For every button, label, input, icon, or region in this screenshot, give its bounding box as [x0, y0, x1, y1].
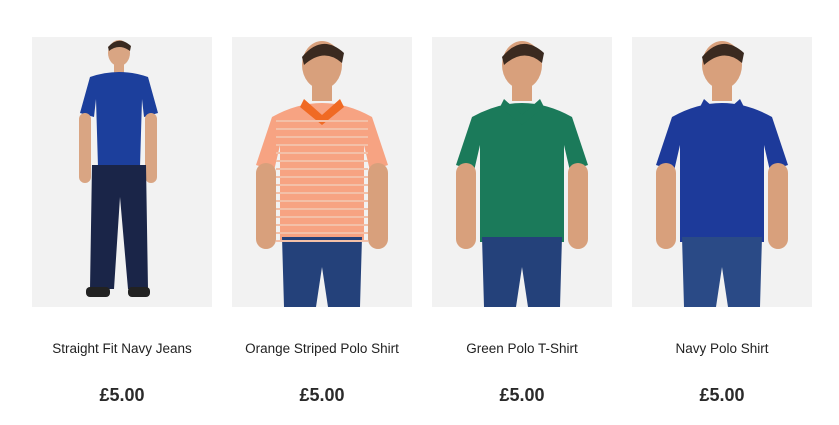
product-image[interactable]	[432, 37, 612, 307]
product-card-straight-fit-navy-jeans[interactable]: Straight Fit Navy Jeans £5.00	[32, 37, 212, 406]
product-image[interactable]	[32, 37, 212, 307]
product-name[interactable]: Orange Striped Polo Shirt	[245, 340, 399, 358]
product-image[interactable]	[232, 37, 412, 307]
product-image[interactable]	[632, 37, 812, 307]
model-photo-green-polo	[456, 41, 588, 307]
product-name[interactable]: Navy Polo Shirt	[675, 340, 768, 358]
product-name[interactable]: Straight Fit Navy Jeans	[52, 340, 192, 358]
model-photo-orange-striped-polo	[256, 41, 388, 307]
product-card-orange-striped-polo-shirt[interactable]: Orange Striped Polo Shirt £5.00	[232, 37, 412, 406]
product-card-green-polo-t-shirt[interactable]: Green Polo T-Shirt £5.00	[432, 37, 612, 406]
product-price: £5.00	[499, 385, 545, 405]
product-price: £5.00	[299, 385, 345, 405]
product-price: £5.00	[699, 385, 745, 405]
product-price: £5.00	[99, 385, 145, 405]
model-photo-navy-polo-jeans	[79, 40, 158, 297]
model-photo-navy-polo	[656, 41, 788, 307]
product-card-navy-polo-shirt[interactable]: Navy Polo Shirt £5.00	[632, 37, 812, 406]
product-grid: Straight Fit Navy Jeans £5.00 Orange Str…	[32, 37, 812, 406]
product-name[interactable]: Green Polo T-Shirt	[466, 340, 578, 358]
